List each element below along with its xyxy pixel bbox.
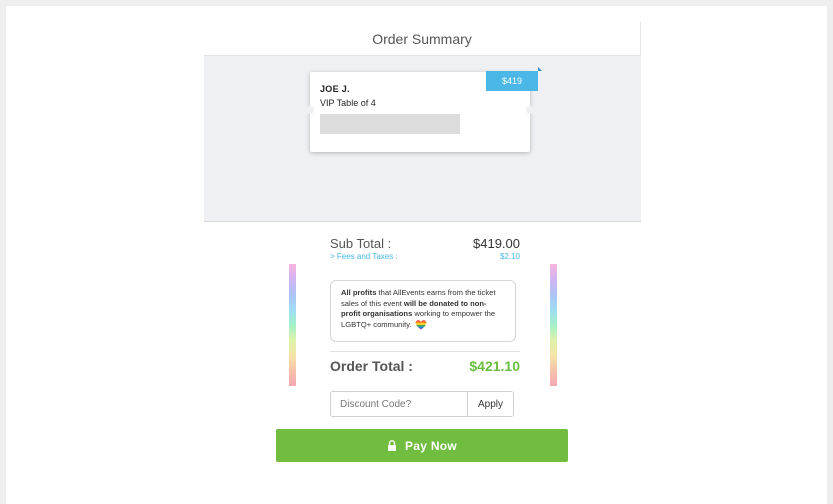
subtotal-label: Sub Total : (330, 236, 392, 251)
fees-toggle-link[interactable]: > Fees and Taxes : (330, 252, 398, 261)
rainbow-stripe-right (550, 264, 557, 386)
rainbow-heart-icon (415, 319, 427, 330)
fees-row[interactable]: > Fees and Taxes : $2.10 (330, 252, 520, 261)
discount-group: Apply (330, 391, 514, 417)
order-summary-title: Order Summary (204, 22, 640, 56)
order-total-value: $421.10 (469, 358, 520, 374)
apply-discount-button[interactable]: Apply (467, 392, 513, 416)
subtotal-row: Sub Total : $419.00 (330, 236, 520, 251)
ticket-notch-left (306, 106, 314, 114)
ticket-holder-name: JOE J. (320, 84, 350, 94)
totals-section: Sub Total : $419.00 > Fees and Taxes : $… (330, 236, 520, 261)
pay-now-label: Pay Now (404, 438, 458, 453)
ticket-area: JOE J. VIP Table of 4 $419 (204, 56, 641, 222)
pay-now-button[interactable]: Pay Now (276, 429, 568, 462)
lock-icon (387, 440, 396, 451)
rainbow-stripe-left (289, 264, 296, 386)
fees-value: $2.10 (499, 252, 520, 261)
subtotal-value: $419.00 (473, 236, 520, 251)
discount-code-input[interactable] (331, 392, 467, 416)
ticket-price-tag: $419 (486, 67, 542, 91)
donation-text-bold-1: All profits (341, 288, 377, 297)
donation-notice: All profits that AllEvents earns from th… (330, 280, 516, 342)
ticket-type: VIP Table of 4 (320, 98, 376, 108)
ticket-redacted-bar (320, 114, 460, 134)
order-total-section: Order Total : $421.10 (330, 358, 520, 374)
totals-divider (330, 351, 520, 352)
order-total-row: Order Total : $421.10 (330, 358, 520, 374)
order-total-label: Order Total : (330, 358, 413, 374)
order-summary-card: Order Summary JOE J. VIP Table of 4 $419 (204, 22, 641, 222)
ticket-notch-right (526, 106, 534, 114)
ticket-card: JOE J. VIP Table of 4 $419 (306, 67, 542, 152)
